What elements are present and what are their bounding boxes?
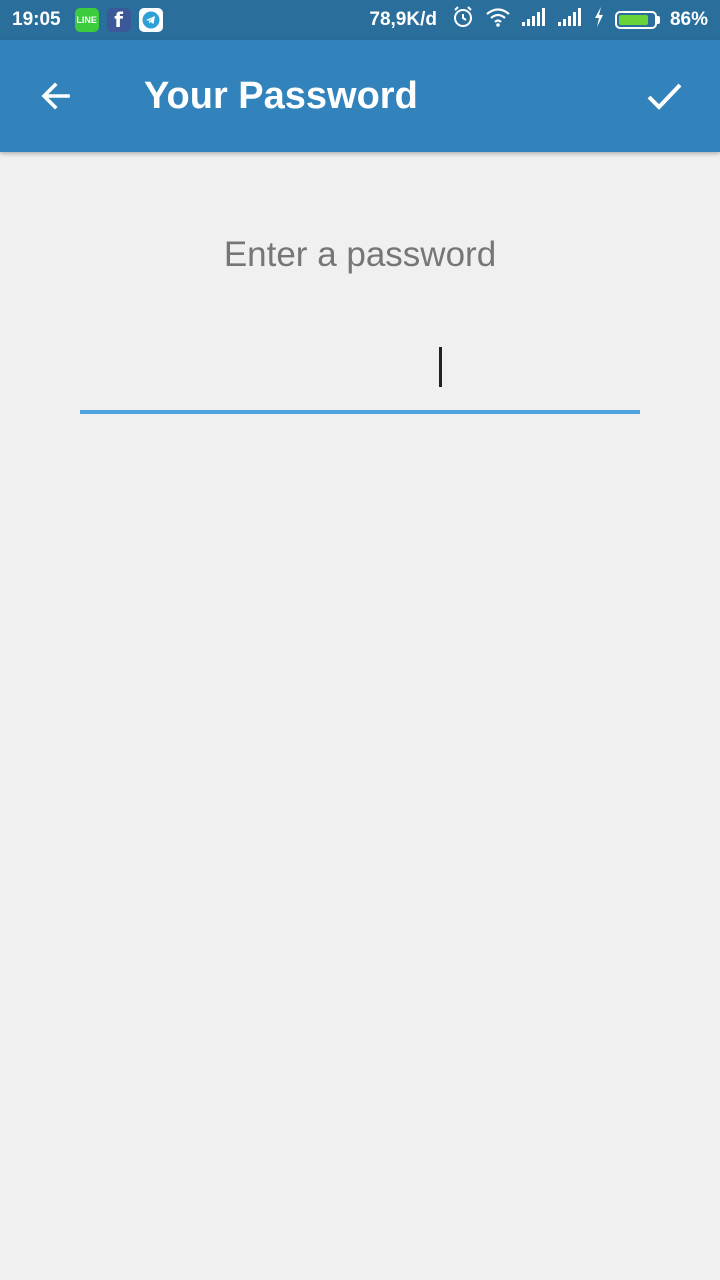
alarm-icon	[451, 5, 475, 35]
status-time: 19:05	[12, 9, 61, 30]
back-button[interactable]	[20, 60, 92, 132]
password-prompt: Enter a password	[223, 235, 497, 274]
app-bar: Your Password	[0, 40, 720, 152]
battery-percent: 86%	[669, 9, 708, 30]
signal-icon	[521, 7, 547, 33]
signal-icon	[557, 7, 583, 33]
battery-body	[614, 11, 657, 29]
status-right: 78,9K/d 86%	[369, 5, 708, 35]
telegram-icon	[138, 8, 163, 32]
status-bar: 19:05 LINE f 78,9K/d 86%	[0, 0, 720, 40]
checkmark-icon	[647, 83, 682, 110]
password-field[interactable]	[80, 330, 640, 414]
page-title: Your Password	[144, 75, 418, 117]
done-button[interactable]	[628, 60, 700, 132]
battery-level	[618, 15, 649, 25]
network-speed: 78,9K/d	[369, 9, 437, 30]
text-caret	[439, 347, 442, 387]
facebook-icon: f	[106, 8, 131, 32]
wifi-icon	[485, 6, 511, 34]
arrow-back-icon	[41, 82, 70, 110]
battery-icon	[614, 11, 660, 29]
password-input[interactable]	[80, 330, 640, 410]
battery-tip	[656, 16, 660, 24]
status-left: 19:05 LINE f	[12, 8, 163, 32]
charging-icon	[593, 7, 605, 33]
line-icon: LINE	[74, 8, 99, 32]
